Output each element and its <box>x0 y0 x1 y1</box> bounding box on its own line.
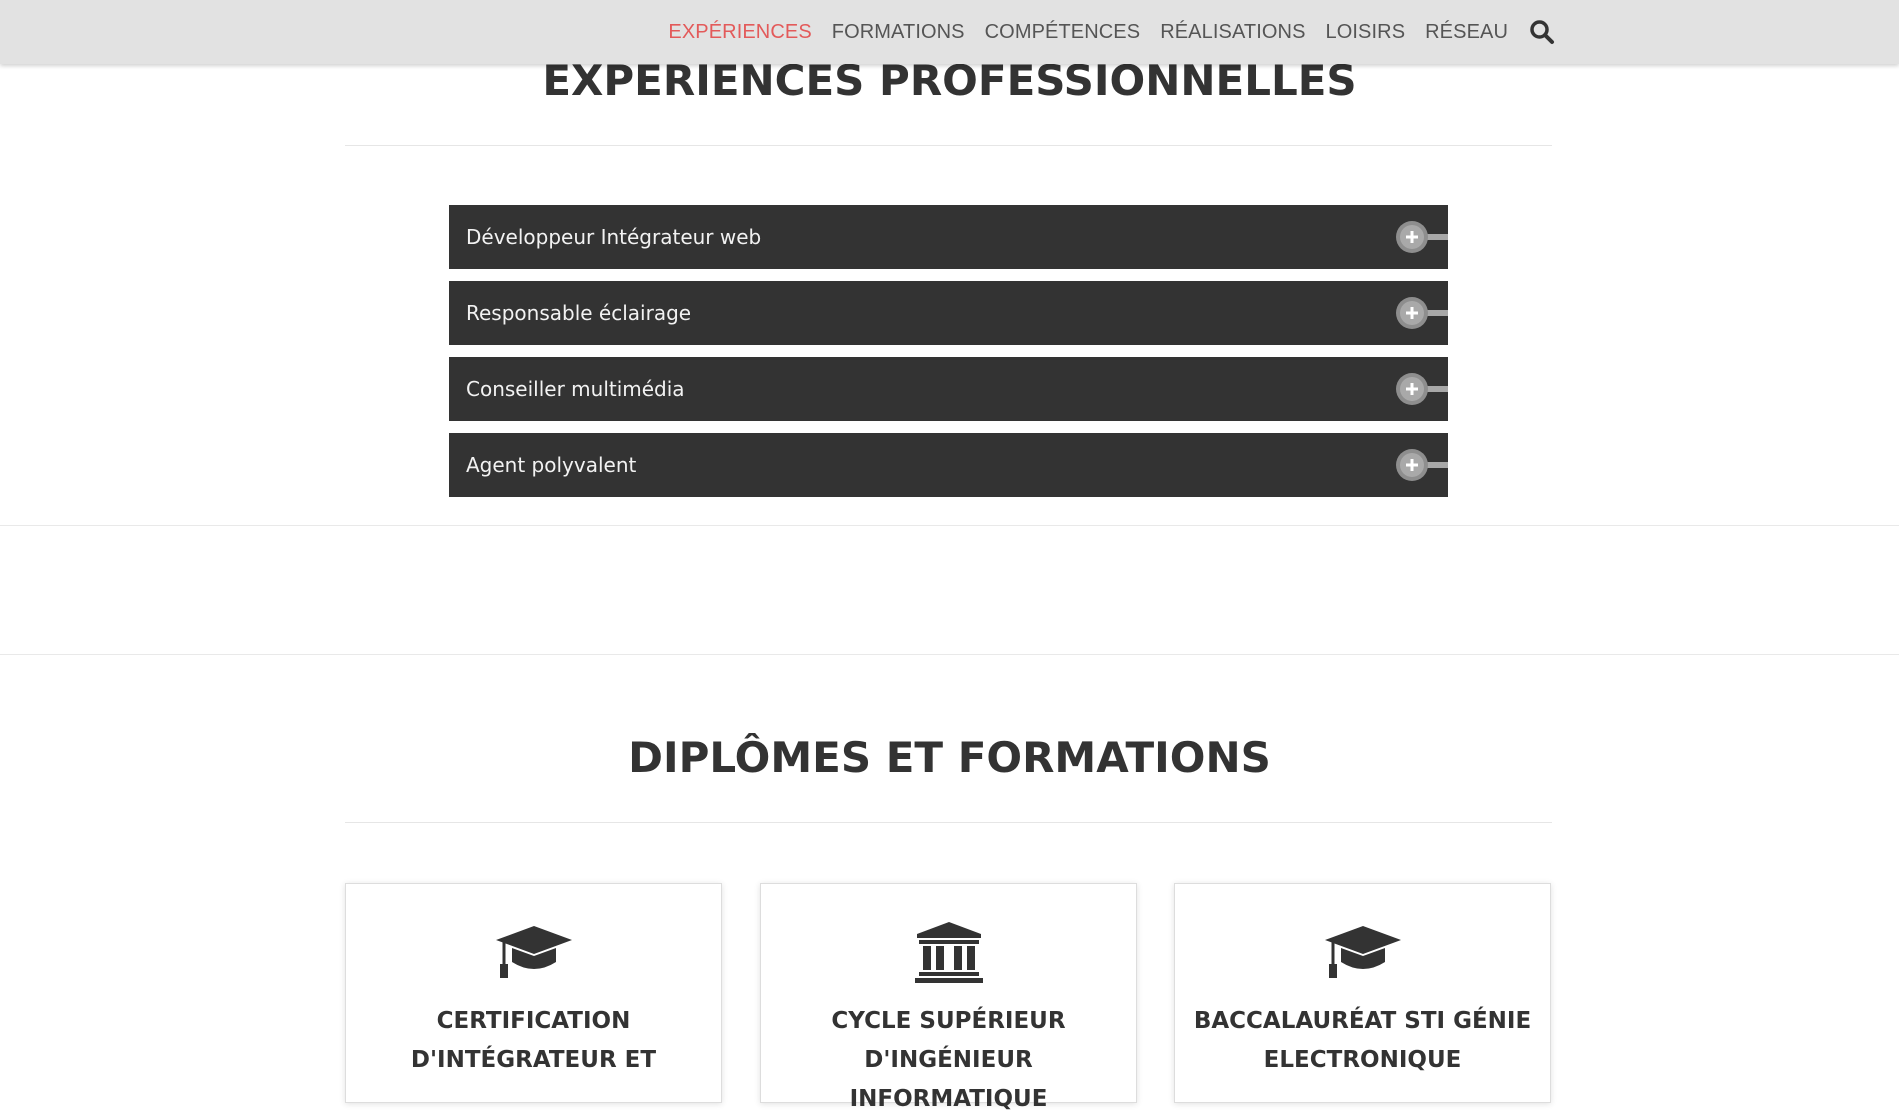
section-separator <box>0 654 1899 655</box>
accordion-item-label: Responsable éclairage <box>466 301 692 325</box>
nav-item-loisirs[interactable]: LOISIRS <box>1316 21 1416 44</box>
formation-card-title: CYCLE SUPÉRIEUR D'INGÉNIEUR INFORMATIQUE <box>831 1008 1066 1112</box>
nav-item-realisations[interactable]: RÉALISATIONS <box>1150 21 1315 44</box>
formation-card: CERTIFICATION D'INTÉGRATEUR ET <box>345 883 722 1103</box>
nav-item-reseau[interactable]: RÉSEAU <box>1415 21 1518 44</box>
university-icon <box>909 920 989 984</box>
search-icon[interactable] <box>1528 18 1556 46</box>
accordion-item-responsable[interactable]: Responsable éclairage <box>449 281 1448 345</box>
experiences-accordion: Développeur Intégrateur web Responsable … <box>449 205 1448 509</box>
graduation-cap-icon <box>494 920 574 984</box>
top-navbar: EXPÉRIENCES FORMATIONS COMPÉTENCES RÉALI… <box>0 0 1899 64</box>
formation-card-title: BACCALAURÉAT STI GÉNIE ELECTRONIQUE <box>1193 1008 1532 1073</box>
experiences-divider <box>345 145 1552 146</box>
nav-item-competences[interactable]: COMPÉTENCES <box>975 21 1151 44</box>
formation-card: CYCLE SUPÉRIEUR D'INGÉNIEUR INFORMATIQUE <box>760 883 1137 1112</box>
plus-toggle-icon[interactable] <box>1392 369 1448 409</box>
accordion-item-label: Agent polyvalent <box>466 453 637 477</box>
formations-divider <box>345 822 1552 823</box>
graduation-cap-icon <box>1323 920 1403 984</box>
formations-title: DIPLÔMES ET FORMATIONS <box>628 733 1271 782</box>
formation-card-title: CERTIFICATION D'INTÉGRATEUR ET <box>410 1008 657 1073</box>
nav-item-experiences[interactable]: EXPÉRIENCES <box>658 21 821 44</box>
nav-item-formations[interactable]: FORMATIONS <box>822 21 975 44</box>
accordion-item-conseiller[interactable]: Conseiller multimédia <box>449 357 1448 421</box>
plus-toggle-icon[interactable] <box>1392 217 1448 257</box>
plus-toggle-icon[interactable] <box>1392 293 1448 333</box>
plus-toggle-icon[interactable] <box>1392 445 1448 485</box>
accordion-item-agent[interactable]: Agent polyvalent <box>449 433 1448 497</box>
main-nav: EXPÉRIENCES FORMATIONS COMPÉTENCES RÉALI… <box>658 0 1556 64</box>
accordion-item-developpeur[interactable]: Développeur Intégrateur web <box>449 205 1448 269</box>
accordion-item-label: Développeur Intégrateur web <box>466 225 762 249</box>
accordion-item-label: Conseiller multimédia <box>466 377 685 401</box>
section-separator <box>0 525 1899 526</box>
formation-card: BACCALAURÉAT STI GÉNIE ELECTRONIQUE <box>1174 883 1551 1103</box>
